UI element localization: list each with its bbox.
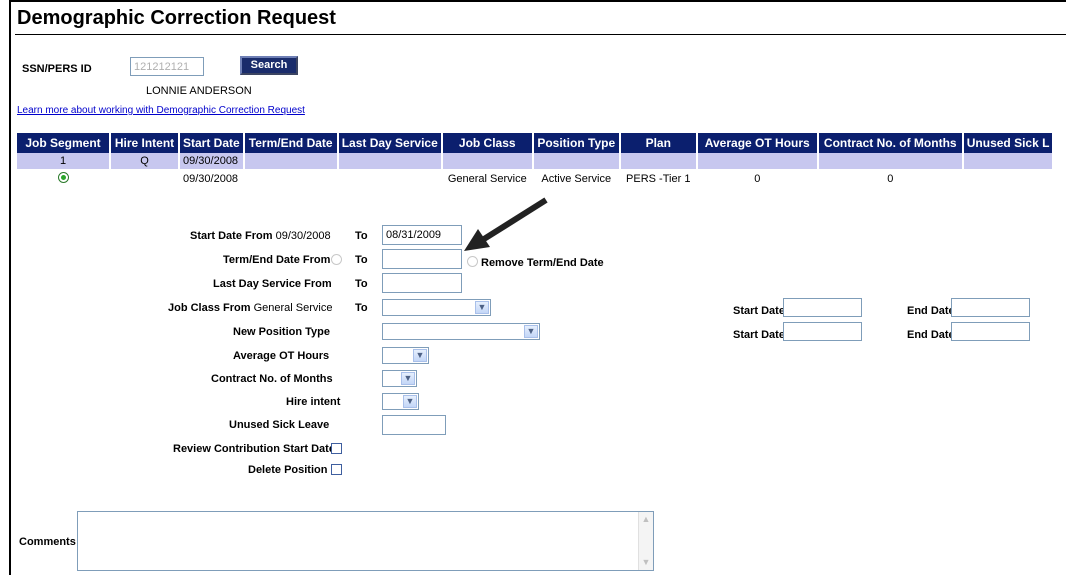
job-class-start-date-input[interactable] <box>783 298 862 317</box>
hire-intent-label: Hire intent <box>286 396 341 408</box>
position-end-date-label: End Date <box>907 329 955 341</box>
review-contribution-checkbox[interactable] <box>331 443 342 454</box>
average-ot-label: Average OT Hours <box>233 350 330 362</box>
term-end-from-label: Term/End Date From <box>223 254 331 266</box>
cell-position-type <box>532 153 621 169</box>
cell-term-end-date <box>243 153 339 169</box>
page-frame-top <box>9 0 1066 2</box>
comments-label: Comments <box>19 536 76 548</box>
to-label: To <box>355 230 368 242</box>
col-average-ot-hours[interactable]: Average OT Hours <box>696 133 819 153</box>
last-day-service-label: Last Day Service From <box>213 278 332 290</box>
start-date-from-row: Start Date From 09/30/2008 <box>190 230 331 242</box>
cell-plan: PERS -Tier 1 <box>619 169 698 189</box>
job-class-end-date-input[interactable] <box>951 298 1030 317</box>
chevron-down-icon: ▼ <box>475 301 489 314</box>
cell-average-ot: 0 <box>696 169 819 189</box>
col-hire-intent[interactable]: Hire Intent <box>110 133 180 153</box>
cell-job-segment: 1 <box>17 153 111 169</box>
col-job-class[interactable]: Job Class <box>441 133 534 153</box>
col-unused-sick-leave[interactable]: Unused Sick L <box>962 133 1055 153</box>
remove-term-radio[interactable] <box>467 256 478 267</box>
position-start-date-input[interactable] <box>783 322 862 341</box>
position-end-date-input[interactable] <box>951 322 1030 341</box>
job-class-to-label: To <box>355 302 368 314</box>
term-end-to-input[interactable] <box>382 249 462 269</box>
cell-select[interactable] <box>17 169 111 189</box>
last-day-service-to-input[interactable] <box>382 273 462 293</box>
chevron-down-icon: ▼ <box>401 372 415 385</box>
comments-textarea[interactable]: ▲ ▼ <box>77 511 654 571</box>
job-class-select[interactable]: ▼ <box>382 299 491 316</box>
job-class-from-row: Job Class From General Service <box>168 302 332 314</box>
cell-contract-months <box>817 153 964 169</box>
job-class-end-date-label: End Date <box>907 305 955 317</box>
cell-plan <box>619 153 698 169</box>
pointer-arrow-icon <box>464 197 548 251</box>
chevron-down-icon: ▼ <box>524 325 538 338</box>
ssn-label: SSN/PERS ID <box>22 63 92 75</box>
job-class-start-date-label: Start Date <box>733 305 785 317</box>
term-end-radio[interactable] <box>331 254 342 265</box>
average-ot-select[interactable]: ▼ <box>382 347 429 364</box>
start-date-from-label: Start Date From <box>190 230 273 242</box>
scroll-down-icon[interactable]: ▼ <box>640 556 652 569</box>
col-contract-months[interactable]: Contract No. of Months <box>817 133 964 153</box>
unused-sick-leave-input[interactable] <box>382 415 446 435</box>
start-date-from-value: 09/30/2008 <box>275 230 331 242</box>
cell-unused-sick <box>962 153 1055 169</box>
col-job-segment[interactable]: Job Segment <box>17 133 111 153</box>
ssn-input[interactable] <box>130 57 204 76</box>
job-class-from-value: General Service <box>253 302 333 314</box>
hire-intent-select[interactable]: ▼ <box>382 393 419 410</box>
cell-start-date: 09/30/2008 <box>179 153 245 169</box>
row-select-radio[interactable] <box>57 172 69 183</box>
contract-months-label: Contract No. of Months <box>211 373 333 385</box>
cell-position-type: Active Service <box>532 169 621 189</box>
col-start-date[interactable]: Start Date <box>179 133 245 153</box>
page-title: Demographic Correction Request <box>17 7 336 29</box>
cell-last-day-service <box>337 169 443 189</box>
col-plan[interactable]: Plan <box>619 133 698 153</box>
table-header-row: Job Segment Hire Intent Start Date Term/… <box>17 133 1055 153</box>
start-date-to-input[interactable] <box>382 225 462 245</box>
cell-term-end-date <box>243 169 339 189</box>
review-contribution-label: Review Contribution Start Date <box>173 443 335 455</box>
page-frame-left <box>9 0 11 575</box>
cell-contract-months: 0 <box>817 169 964 189</box>
cell-last-day-service <box>337 153 443 169</box>
help-link[interactable]: Learn more about working with Demographi… <box>17 105 305 116</box>
term-end-to-label: To <box>355 254 368 266</box>
cell-average-ot <box>696 153 819 169</box>
table-row[interactable]: 09/30/2008 General Service Active Servic… <box>17 169 1055 189</box>
last-day-to-label: To <box>355 278 368 290</box>
new-position-type-select[interactable]: ▼ <box>382 323 540 340</box>
col-last-day-service[interactable]: Last Day Service <box>337 133 443 153</box>
table-row[interactable]: 1 Q 09/30/2008 <box>17 153 1055 169</box>
col-term-end-date[interactable]: Term/End Date <box>243 133 339 153</box>
member-name: LONNIE ANDERSON <box>146 85 252 97</box>
contract-months-select[interactable]: ▼ <box>382 370 417 387</box>
cell-start-date: 09/30/2008 <box>179 169 245 189</box>
scroll-up-icon[interactable]: ▲ <box>640 513 652 526</box>
delete-position-checkbox[interactable] <box>331 464 342 475</box>
cell-unused-sick <box>962 169 1055 189</box>
job-class-from-label: Job Class From <box>168 302 251 314</box>
unused-sick-leave-label: Unused Sick Leave <box>229 419 330 431</box>
position-start-date-label: Start Date <box>733 329 785 341</box>
col-position-type[interactable]: Position Type <box>532 133 621 153</box>
remove-term-label: Remove Term/End Date <box>481 257 604 269</box>
chevron-down-icon: ▼ <box>413 349 427 362</box>
cell-hire-intent: Q <box>110 153 180 169</box>
new-position-type-label: New Position Type <box>233 326 330 338</box>
chevron-down-icon: ▼ <box>403 395 417 408</box>
search-button[interactable]: Search <box>240 56 298 75</box>
cell-hire-intent <box>110 169 180 189</box>
comments-scrollbar[interactable]: ▲ ▼ <box>638 512 653 570</box>
job-segment-table: Job Segment Hire Intent Start Date Term/… <box>17 133 1055 189</box>
cell-job-class: General Service <box>441 169 534 189</box>
title-divider <box>15 34 1066 35</box>
delete-position-label: Delete Position <box>248 464 328 476</box>
cell-job-class <box>441 153 534 169</box>
